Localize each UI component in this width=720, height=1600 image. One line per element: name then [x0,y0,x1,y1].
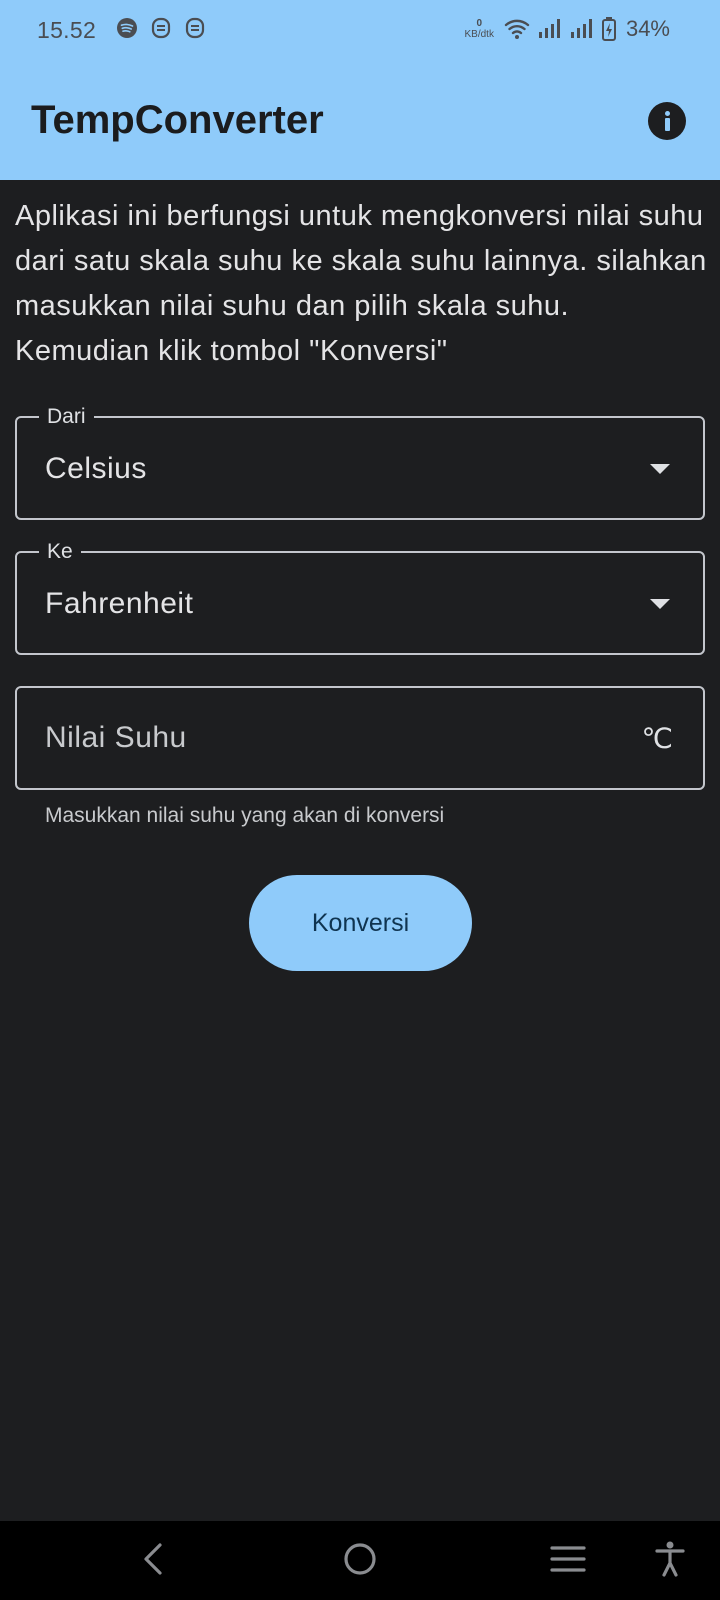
from-scale-label: Dari [39,404,94,430]
home-icon [342,1541,378,1582]
accessibility-icon [654,1541,686,1582]
temperature-input[interactable] [45,718,605,758]
status-system-icons: 0 KB/dtk 34% [464,16,670,42]
wifi-icon [504,18,530,40]
home-button[interactable] [338,1539,382,1583]
back-icon [140,1542,166,1581]
network-speed-unit: KB/dtk [464,29,494,40]
recents-icon [550,1544,586,1579]
battery-percent: 34% [625,16,670,41]
app-description: Aplikasi ini berfungsi untuk mengkonvers… [15,200,707,367]
accessibility-button[interactable] [648,1539,692,1583]
back-button[interactable] [131,1539,175,1583]
status-bar: 15.52 0 KB/dtk 34% [0,0,720,60]
network-speed-value: 0 [476,18,482,29]
app-bar: TempConverter [0,60,720,180]
from-scale-value: Celsius [45,452,147,485]
to-scale-label: Ke [39,539,81,565]
signal-icon [570,18,594,40]
signal-icon [538,18,562,40]
navigation-bar [0,1521,720,1600]
to-scale-value: Fahrenheit [45,587,194,620]
info-button[interactable] [648,102,686,140]
battery-charging-icon [601,17,616,41]
from-scale-dropdown[interactable]: Dari Celsius [15,404,705,520]
recents-button[interactable] [546,1539,590,1583]
app-title: TempConverter [31,98,324,142]
to-scale-dropdown[interactable]: Ke Fahrenheit [15,539,705,655]
screen: 15.52 0 KB/dtk 34% TempConverter Aplikas… [0,0,720,1600]
notification-icon [150,17,172,39]
status-time: 15.52 [37,17,97,43]
top-bar: 15.52 0 KB/dtk 34% TempConverter [0,0,720,180]
dropdown-arrow-icon [650,464,670,474]
info-icon-bar [665,118,670,131]
dropdown-arrow-icon [650,599,670,609]
convert-button[interactable]: Konversi [249,875,472,971]
temperature-field: ℃ [15,686,705,790]
status-notification-icons [116,17,206,39]
temperature-helper-text: Masukkan nilai suhu yang akan di konvers… [45,804,445,827]
notification-icon [184,17,206,39]
network-speed: 0 KB/dtk [464,18,493,40]
celsius-unit-suffix: ℃ [641,723,673,754]
spotify-icon [116,17,138,39]
info-icon-dot [665,111,670,116]
